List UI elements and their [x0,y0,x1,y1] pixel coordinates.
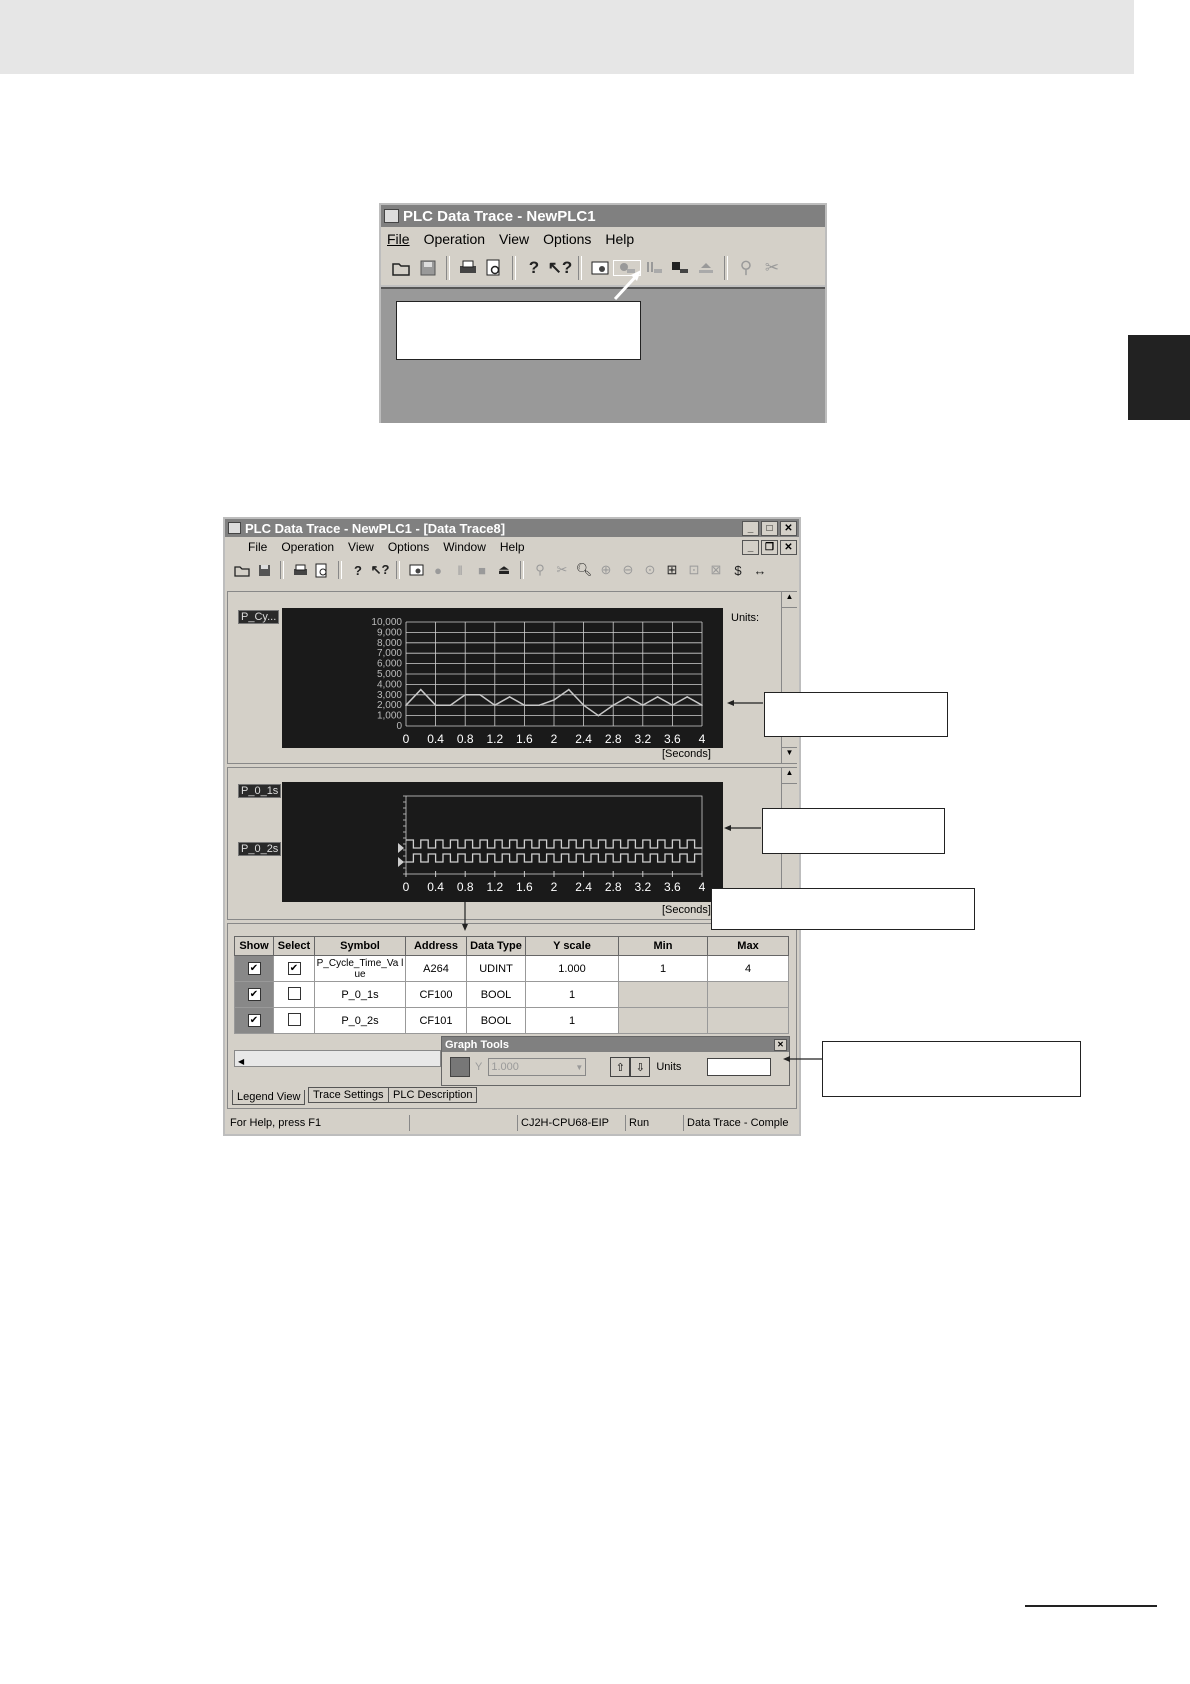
digital-callout-box [762,808,945,854]
legend-callout-box [711,888,975,930]
graph-tools-callout-box [822,1041,1081,1097]
analog-callout-box [764,692,948,737]
callout-arrows [462,700,822,1062]
